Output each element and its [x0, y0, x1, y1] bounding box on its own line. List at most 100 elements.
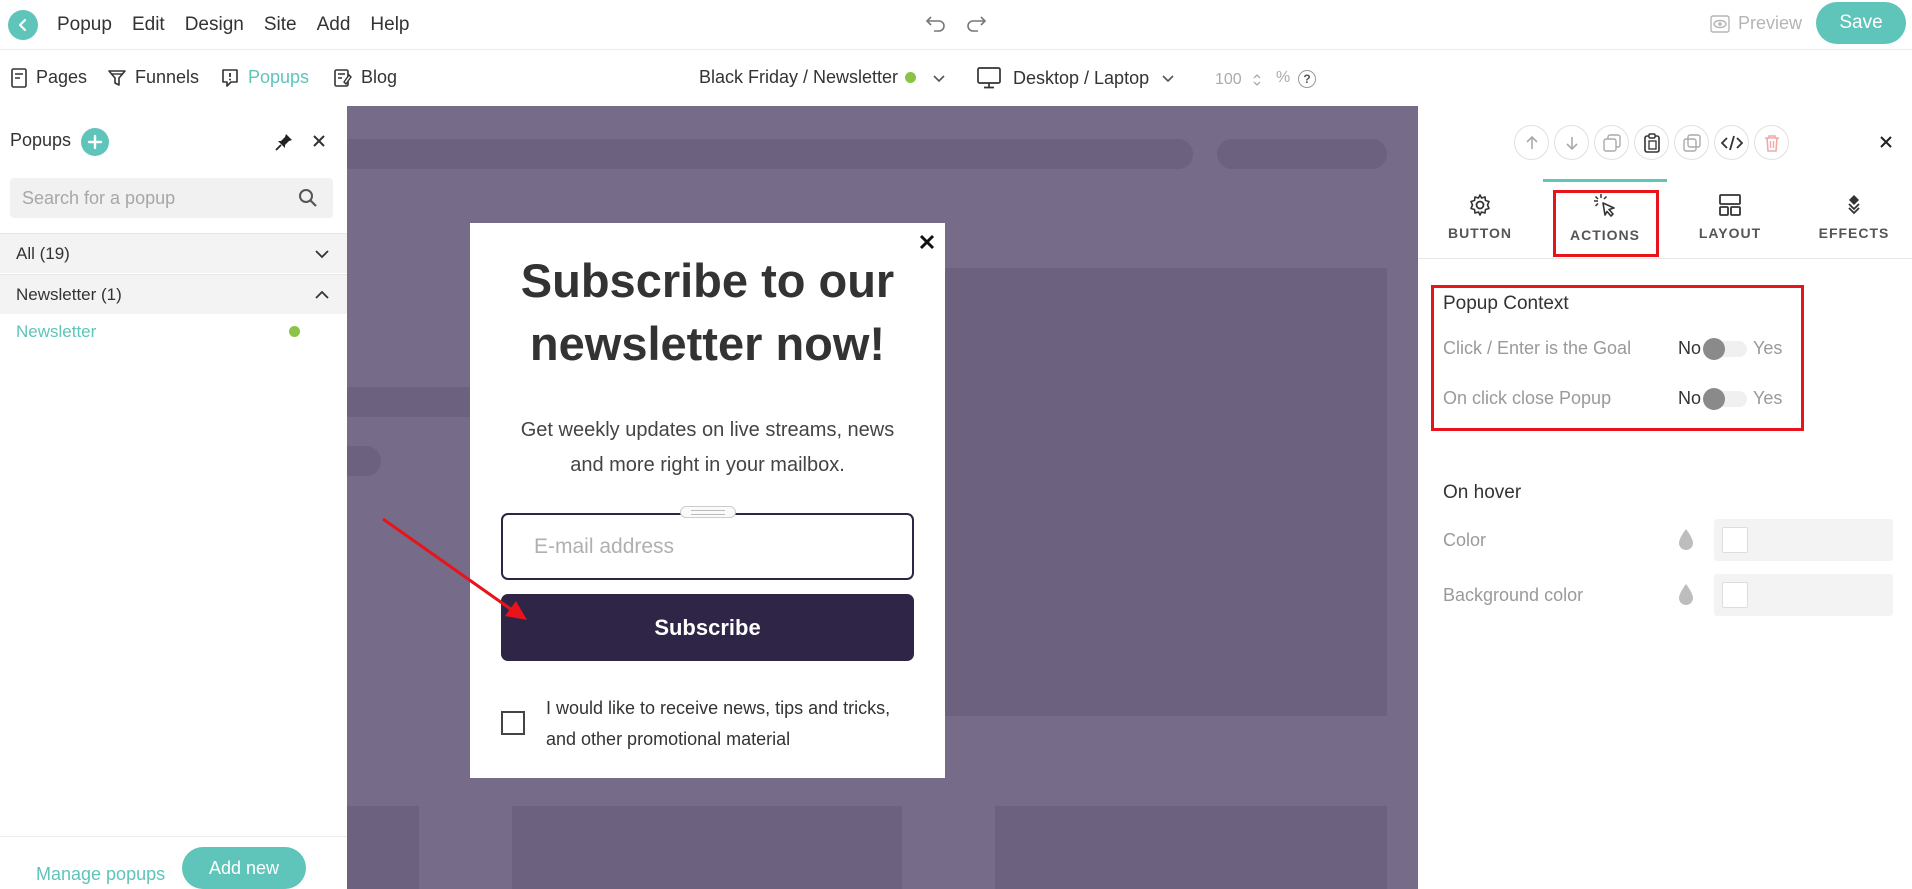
stepper-icon[interactable]	[1252, 72, 1262, 88]
zoom-unit: %	[1276, 69, 1291, 86]
subscribe-button[interactable]: Subscribe	[501, 594, 914, 661]
move-down-button[interactable]	[1554, 125, 1589, 160]
nav-funnels[interactable]: Funnels	[107, 67, 199, 88]
background-placeholder	[995, 806, 1387, 889]
chevron-down-icon	[933, 74, 945, 82]
chevron-left-icon	[18, 18, 27, 32]
panel-footer: Manage popups Add new	[0, 836, 347, 889]
popup-context-selector[interactable]: Black Friday / Newsletter	[699, 67, 946, 88]
nav-popups[interactable]: Popups	[220, 67, 309, 88]
nav-blog-label: Blog	[361, 67, 398, 87]
trash-icon	[1764, 134, 1779, 152]
toggle-no-label: No	[1678, 338, 1702, 358]
device-selector[interactable]: Desktop / Laptop	[977, 67, 1175, 89]
droplet-icon[interactable]	[1676, 527, 1696, 553]
close-popup-toggle[interactable]: No Yes	[1678, 387, 1782, 410]
background-placeholder	[347, 806, 419, 889]
add-new-button[interactable]: Add new	[182, 847, 306, 889]
popup-title[interactable]: Subscribe to our newsletter now!	[470, 249, 945, 375]
help-icon[interactable]: ?	[1298, 70, 1316, 88]
layout-icon	[1719, 194, 1741, 216]
zoom-input[interactable]: 100	[1205, 67, 1265, 93]
page-icon	[11, 67, 27, 88]
move-up-button[interactable]	[1514, 125, 1549, 160]
toggle-switch[interactable]	[1703, 387, 1748, 410]
paste-button[interactable]	[1634, 125, 1669, 160]
tab-effects-label: EFFECTS	[1818, 225, 1890, 241]
newsletter-popup[interactable]: Subscribe to our newsletter now! Get wee…	[470, 223, 945, 778]
hover-bg-color-picker[interactable]	[1714, 574, 1893, 616]
nav-pages-label: Pages	[36, 67, 88, 87]
droplet-icon[interactable]	[1676, 582, 1696, 608]
background-placeholder	[1217, 139, 1387, 169]
menu-design[interactable]: Design	[185, 14, 244, 36]
background-placeholder	[512, 806, 902, 889]
list-item-newsletter[interactable]: Newsletter	[16, 322, 96, 342]
goal-toggle[interactable]: No Yes	[1678, 337, 1783, 360]
clipboard-icon	[1643, 132, 1660, 153]
eye-icon	[1710, 14, 1730, 33]
funnel-icon	[108, 69, 126, 86]
chevron-down-icon	[1162, 75, 1174, 83]
consent-label[interactable]: I would like to receive news, tips and t…	[546, 693, 916, 755]
drag-handle[interactable]	[680, 506, 736, 518]
consent-checkbox[interactable]	[501, 711, 525, 735]
toggle-no-label: No	[1678, 388, 1702, 408]
delete-button[interactable]	[1754, 125, 1789, 160]
tab-layout[interactable]: LAYOUT	[1668, 179, 1792, 259]
background-placeholder	[937, 268, 1387, 716]
close-toggle-label: On click close Popup	[1443, 388, 1612, 408]
add-popup-button[interactable]	[81, 128, 109, 156]
preview-button[interactable]: Preview	[1710, 13, 1802, 34]
close-panel-button[interactable]	[310, 132, 328, 150]
email-field[interactable]	[501, 513, 914, 580]
group-all-label: All (19)	[16, 243, 70, 263]
color-swatch[interactable]	[1722, 527, 1748, 553]
pin-button[interactable]	[274, 132, 294, 152]
save-button[interactable]: Save	[1816, 2, 1906, 44]
close-properties-button[interactable]	[1878, 134, 1894, 150]
hover-bg-color-label: Background color	[1443, 585, 1584, 605]
search-icon[interactable]	[298, 188, 318, 208]
back-button[interactable]	[8, 10, 38, 40]
search-input[interactable]	[10, 178, 333, 218]
navigation-bar: Pages Funnels Popups Blog Black Friday /…	[0, 51, 1912, 106]
group-all[interactable]: All (19)	[0, 233, 347, 273]
tab-actions-label: ACTIONS	[1570, 227, 1640, 243]
tab-effects[interactable]: EFFECTS	[1792, 179, 1912, 259]
tab-layout-label: LAYOUT	[1698, 225, 1762, 241]
duplicate-button[interactable]	[1674, 125, 1709, 160]
nav-pages[interactable]: Pages	[10, 67, 87, 88]
undo-button[interactable]	[924, 12, 948, 34]
effects-icon	[1848, 195, 1860, 215]
status-dot	[289, 326, 300, 337]
toggle-switch[interactable]	[1703, 337, 1748, 360]
manage-popups-link[interactable]: Manage popups	[36, 864, 165, 885]
top-menu-bar: Popup Edit Design Site Add Help Preview …	[0, 0, 1912, 50]
menu-site[interactable]: Site	[264, 14, 297, 36]
group-newsletter[interactable]: Newsletter (1)	[0, 274, 347, 314]
redo-icon	[967, 16, 987, 32]
plus-icon	[87, 134, 103, 150]
tab-actions[interactable]: ACTIONS	[1543, 179, 1667, 259]
background-placeholder	[347, 139, 1193, 169]
nav-blog[interactable]: Blog	[333, 67, 397, 88]
editor-canvas[interactable]: Subscribe to our newsletter now! Get wee…	[347, 106, 1418, 889]
copy-style-button[interactable]	[1594, 125, 1629, 160]
hover-color-label: Color	[1443, 530, 1487, 550]
monitor-icon	[977, 67, 1001, 89]
popup-subtitle[interactable]: Get weekly updates on live streams, news…	[510, 413, 905, 483]
hover-color-picker[interactable]	[1714, 519, 1893, 561]
menu-add[interactable]: Add	[317, 14, 351, 36]
popup-context-title: Popup Context	[1443, 293, 1569, 314]
color-swatch[interactable]	[1722, 582, 1748, 608]
menu-help[interactable]: Help	[370, 14, 409, 36]
duplicate-icon	[1682, 133, 1701, 152]
tab-button[interactable]: BUTTON	[1418, 179, 1542, 259]
toggle-yes-label: Yes	[1753, 338, 1783, 358]
menu-edit[interactable]: Edit	[132, 14, 165, 36]
code-button[interactable]	[1714, 125, 1749, 160]
redo-button[interactable]	[964, 12, 988, 34]
properties-panel: BUTTON ACTIONS LAYOUT EFFECTS Popup Cont…	[1418, 106, 1912, 889]
menu-popup[interactable]: Popup	[57, 14, 112, 36]
